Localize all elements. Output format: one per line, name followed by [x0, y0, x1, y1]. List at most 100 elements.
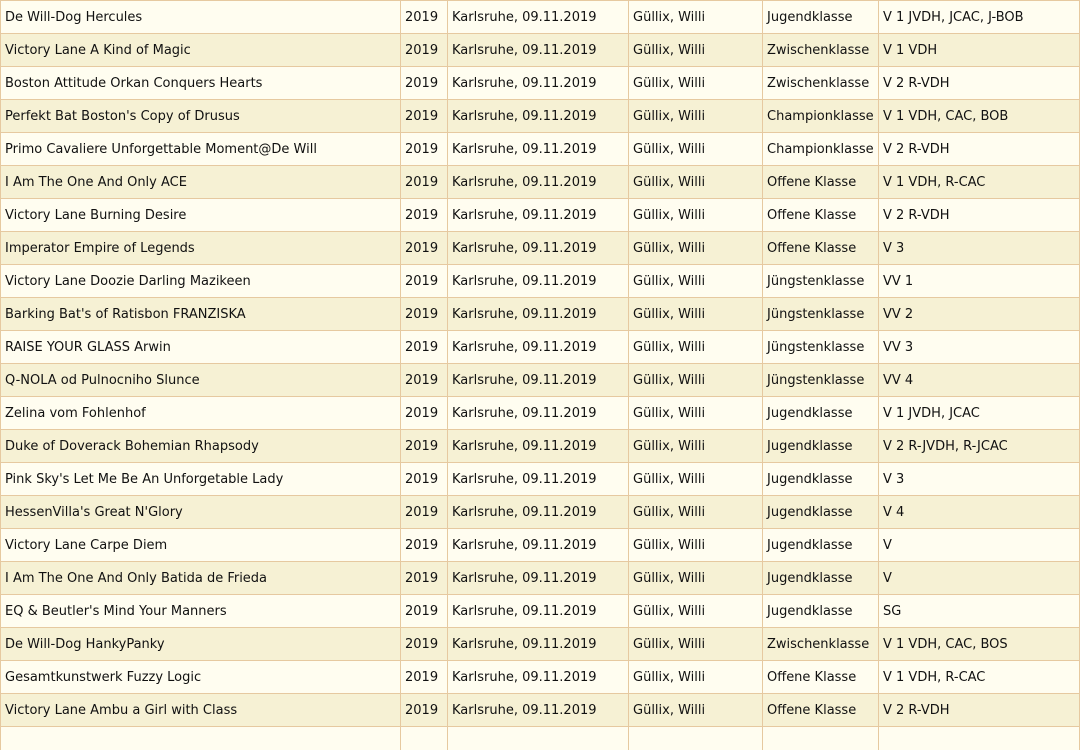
judge-cell: Güllix, Willi — [628, 561, 763, 595]
table-row: Victory Lane A Kind of Magic 2019 Karlsr… — [0, 33, 1080, 67]
year-cell: 2019 — [400, 693, 448, 727]
show-place-date-cell: Karlsruhe, 09.11.2019 — [447, 495, 629, 529]
dog-name-cell: Primo Cavaliere Unforgettable Moment@De … — [0, 132, 401, 166]
show-place-date-cell: Karlsruhe, 09.11.2019 — [447, 627, 629, 661]
judge-cell: Güllix, Willi — [628, 330, 763, 364]
class-cell: Offene Klasse — [762, 198, 879, 232]
year-cell: 2019 — [400, 330, 448, 364]
year-cell: 2019 — [400, 495, 448, 529]
result-cell: V — [878, 528, 1080, 562]
result-cell: V 1 VDH, R-CAC — [878, 165, 1080, 199]
year-cell: 2019 — [400, 627, 448, 661]
table-row: Q-NOLA od Pulnocniho Slunce 2019 Karlsru… — [0, 363, 1080, 397]
show-place-date-cell: Karlsruhe, 09.11.2019 — [447, 330, 629, 364]
dog-name-cell: Victory Lane Doozie Darling Mazikeen — [0, 264, 401, 298]
judge-cell: Güllix, Willi — [628, 264, 763, 298]
show-place-date-cell: Karlsruhe, 09.11.2019 — [447, 396, 629, 430]
dog-name-cell: Q-NOLA od Pulnocniho Slunce — [0, 363, 401, 397]
table-row: Gesamtkunstwerk Fuzzy Logic 2019 Karlsru… — [0, 660, 1080, 694]
class-cell: Jugendklasse — [762, 462, 879, 496]
year-cell: 2019 — [400, 132, 448, 166]
show-place-date-cell: Karlsruhe, 09.11.2019 — [447, 594, 629, 628]
table-row: Duke of Doverack Bohemian Rhapsody 2019 … — [0, 429, 1080, 463]
dog-name-cell — [0, 726, 401, 750]
show-place-date-cell: Karlsruhe, 09.11.2019 — [447, 429, 629, 463]
dog-name-cell: De Will-Dog HankyPanky — [0, 627, 401, 661]
show-place-date-cell: Karlsruhe, 09.11.2019 — [447, 33, 629, 67]
class-cell: Zwischenklasse — [762, 33, 879, 67]
judge-cell: Güllix, Willi — [628, 693, 763, 727]
table-row: Victory Lane Ambu a Girl with Class 2019… — [0, 693, 1080, 727]
table-row: Barking Bat's of Ratisbon FRANZISKA 2019… — [0, 297, 1080, 331]
year-cell: 2019 — [400, 264, 448, 298]
table-row: I Am The One And Only Batida de Frieda 2… — [0, 561, 1080, 595]
class-cell: Jugendklasse — [762, 429, 879, 463]
show-place-date-cell — [447, 726, 629, 750]
table-row — [0, 726, 1080, 750]
year-cell: 2019 — [400, 297, 448, 331]
results-table-body: De Will-Dog Hercules 2019 Karlsruhe, 09.… — [0, 0, 1080, 750]
dog-name-cell: Zelina vom Fohlenhof — [0, 396, 401, 430]
result-cell: V 3 — [878, 231, 1080, 265]
show-place-date-cell: Karlsruhe, 09.11.2019 — [447, 660, 629, 694]
year-cell: 2019 — [400, 429, 448, 463]
class-cell: Offene Klasse — [762, 693, 879, 727]
show-place-date-cell: Karlsruhe, 09.11.2019 — [447, 132, 629, 166]
class-cell: Zwischenklasse — [762, 66, 879, 100]
year-cell: 2019 — [400, 561, 448, 595]
show-place-date-cell: Karlsruhe, 09.11.2019 — [447, 561, 629, 595]
judge-cell: Güllix, Willi — [628, 99, 763, 133]
class-cell: Jugendklasse — [762, 0, 879, 34]
table-row: RAISE YOUR GLASS Arwin 2019 Karlsruhe, 0… — [0, 330, 1080, 364]
table-row: Imperator Empire of Legends 2019 Karlsru… — [0, 231, 1080, 265]
judge-cell: Güllix, Willi — [628, 198, 763, 232]
class-cell: Jüngstenklasse — [762, 330, 879, 364]
result-cell: V — [878, 561, 1080, 595]
show-place-date-cell: Karlsruhe, 09.11.2019 — [447, 462, 629, 496]
dog-name-cell: Barking Bat's of Ratisbon FRANZISKA — [0, 297, 401, 331]
class-cell: Jüngstenklasse — [762, 264, 879, 298]
dog-name-cell: De Will-Dog Hercules — [0, 0, 401, 34]
year-cell: 2019 — [400, 0, 448, 34]
class-cell: Jugendklasse — [762, 561, 879, 595]
table-row: Victory Lane Carpe Diem 2019 Karlsruhe, … — [0, 528, 1080, 562]
year-cell: 2019 — [400, 66, 448, 100]
class-cell: Zwischenklasse — [762, 627, 879, 661]
dog-name-cell: Perfekt Bat Boston's Copy of Drusus — [0, 99, 401, 133]
judge-cell: Güllix, Willi — [628, 495, 763, 529]
judge-cell: Güllix, Willi — [628, 66, 763, 100]
judge-cell: Güllix, Willi — [628, 132, 763, 166]
year-cell: 2019 — [400, 165, 448, 199]
year-cell: 2019 — [400, 594, 448, 628]
class-cell: Jugendklasse — [762, 528, 879, 562]
table-row: Perfekt Bat Boston's Copy of Drusus 2019… — [0, 99, 1080, 133]
show-place-date-cell: Karlsruhe, 09.11.2019 — [447, 297, 629, 331]
year-cell: 2019 — [400, 198, 448, 232]
table-row: Pink Sky's Let Me Be An Unforgetable Lad… — [0, 462, 1080, 496]
table-row: De Will-Dog HankyPanky 2019 Karlsruhe, 0… — [0, 627, 1080, 661]
dog-name-cell: Victory Lane A Kind of Magic — [0, 33, 401, 67]
judge-cell: Güllix, Willi — [628, 660, 763, 694]
class-cell: Offene Klasse — [762, 231, 879, 265]
results-table: De Will-Dog Hercules 2019 Karlsruhe, 09.… — [0, 0, 1080, 750]
judge-cell: Güllix, Willi — [628, 165, 763, 199]
class-cell: Jugendklasse — [762, 594, 879, 628]
dog-name-cell: Pink Sky's Let Me Be An Unforgetable Lad… — [0, 462, 401, 496]
result-cell: V 3 — [878, 462, 1080, 496]
result-cell — [878, 726, 1080, 750]
show-place-date-cell: Karlsruhe, 09.11.2019 — [447, 0, 629, 34]
class-cell: Offene Klasse — [762, 165, 879, 199]
result-cell: V 4 — [878, 495, 1080, 529]
class-cell: Offene Klasse — [762, 660, 879, 694]
judge-cell: Güllix, Willi — [628, 627, 763, 661]
judge-cell: Güllix, Willi — [628, 363, 763, 397]
dog-name-cell: HessenVilla's Great N'Glory — [0, 495, 401, 529]
judge-cell: Güllix, Willi — [628, 594, 763, 628]
result-cell: V 2 R-VDH — [878, 693, 1080, 727]
dog-name-cell: Duke of Doverack Bohemian Rhapsody — [0, 429, 401, 463]
table-row: Primo Cavaliere Unforgettable Moment@De … — [0, 132, 1080, 166]
year-cell: 2019 — [400, 528, 448, 562]
judge-cell: Güllix, Willi — [628, 462, 763, 496]
result-cell: VV 3 — [878, 330, 1080, 364]
show-place-date-cell: Karlsruhe, 09.11.2019 — [447, 165, 629, 199]
